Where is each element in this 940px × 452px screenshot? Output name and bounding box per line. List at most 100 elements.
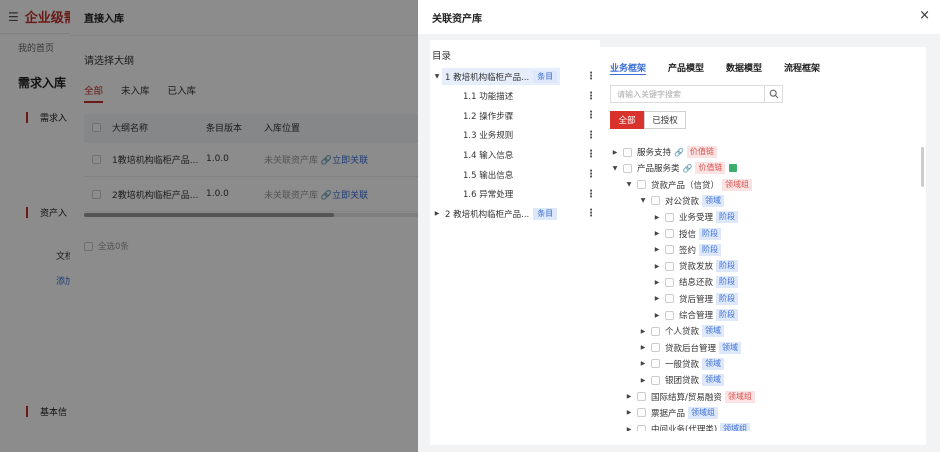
catalog-item[interactable]: 1.5 输出信息 ⋮ — [430, 166, 598, 183]
search-button[interactable] — [764, 86, 782, 102]
close-icon[interactable]: × — [919, 9, 930, 23]
tab-process-framework[interactable]: 流程框架 — [784, 61, 820, 75]
tree-checkbox[interactable] — [665, 294, 674, 304]
more-options-icon[interactable]: ⋮ — [586, 208, 596, 219]
filter-authorized-button[interactable]: 已授权 — [644, 111, 686, 129]
caret-right-icon[interactable]: ▶ — [652, 246, 662, 253]
tree-node[interactable]: ▶ 票据产品 领域组 — [624, 405, 719, 421]
tree-node[interactable]: ▶ 国际结算/贸易融资 领域组 — [624, 389, 755, 405]
tab-business-framework[interactable]: 业务框架 — [610, 61, 647, 75]
tree-checkbox[interactable] — [665, 245, 674, 255]
caret-right-icon[interactable]: ▶ — [638, 344, 648, 351]
caret-right-icon[interactable]: ▶ — [624, 409, 634, 416]
tree-checkbox[interactable] — [637, 180, 646, 190]
tree-checkbox[interactable] — [665, 229, 674, 238]
caret-right-icon[interactable]: ▶ — [652, 279, 662, 286]
catalog-item-label: 1.4 输入信息 — [463, 150, 514, 161]
tree-node-label: 综合管理 — [679, 311, 714, 321]
tree-checkbox[interactable] — [623, 163, 632, 173]
tab-data-model[interactable]: 数据模型 — [726, 61, 762, 75]
caret-right-icon[interactable]: ▶ — [652, 263, 662, 270]
tree-node[interactable]: ▶ 签约 阶段 — [652, 242, 722, 258]
caret-right-icon[interactable]: ▶ — [624, 393, 634, 400]
search-icon — [769, 89, 778, 99]
caret-right-icon[interactable]: ▶ — [638, 328, 648, 335]
caret-right-icon[interactable]: ▶ — [610, 149, 620, 156]
tree-node[interactable]: ▶ 服务支持 🔗 价值链 — [610, 144, 717, 160]
caret-right-icon[interactable]: ▶ — [652, 214, 662, 221]
caret-down-icon[interactable]: ▼ — [624, 181, 634, 188]
catalog-item[interactable]: ▼ 1 教培机构临柜产品... 条目 ⋮ — [430, 68, 598, 85]
more-options-icon[interactable]: ⋮ — [586, 71, 596, 82]
node-type-tag: 阶段 — [716, 292, 739, 305]
tree-node[interactable]: ▶ 一般贷款 领域 — [638, 356, 725, 372]
drawer-title: 关联资产库 — [418, 0, 940, 34]
vertical-scrollbar[interactable] — [921, 147, 924, 187]
tree-node[interactable]: ▶ 业务受理 阶段 — [652, 209, 739, 225]
tree-node[interactable]: ▶ 贷款后台管理 领域 — [638, 340, 742, 356]
catalog-item[interactable]: 1.6 异常处理 ⋮ — [430, 186, 598, 203]
more-options-icon[interactable]: ⋮ — [586, 130, 596, 141]
caret-right-icon[interactable]: ▶ — [432, 210, 442, 217]
catalog-item[interactable]: 1.2 操作步骤 ⋮ — [430, 107, 598, 124]
caret-right-icon[interactable]: ▶ — [624, 426, 634, 431]
more-options-icon[interactable]: ⋮ — [586, 110, 596, 121]
tree-checkbox[interactable] — [651, 343, 660, 353]
tree-node[interactable]: ▼ 对公贷款 领域 — [638, 193, 725, 209]
catalog-item-label: 2 教培机构临柜产品... — [445, 209, 530, 220]
tree-checkbox[interactable] — [637, 392, 646, 401]
tree-node[interactable]: ▶ 贷后管理 阶段 — [652, 291, 739, 307]
tree-node[interactable]: ▼ 贷款产品（信贷） 领域组 — [624, 177, 753, 193]
caret-down-icon[interactable]: ▼ — [432, 73, 442, 80]
caret-down-icon[interactable]: ▼ — [610, 165, 620, 172]
tree-node[interactable]: ▶ 银团贷款 领域 — [638, 372, 725, 388]
node-type-tag: 领域组 — [724, 390, 755, 403]
tree-node[interactable]: ▼ 产品服务类 🔗 价值链 — [610, 160, 738, 176]
link-icon: 🔗 — [682, 163, 693, 173]
tab-product-model[interactable]: 产品模型 — [668, 61, 704, 75]
tree-node-label: 贷后管理 — [679, 294, 714, 305]
more-options-icon[interactable]: ⋮ — [586, 149, 596, 160]
node-type-tag: 领域 — [702, 374, 725, 387]
tree-checkbox[interactable] — [637, 408, 646, 418]
tree-checkbox[interactable] — [651, 196, 660, 206]
tree-checkbox[interactable] — [623, 147, 632, 157]
node-type-tag: 领域 — [702, 194, 725, 207]
tree-checkbox[interactable] — [651, 375, 660, 385]
catalog-item[interactable]: 1.1 功能描述 ⋮ — [430, 88, 598, 105]
tree-checkbox[interactable] — [651, 359, 660, 369]
catalog-item[interactable]: ▶ 2 教培机构临柜产品... 条目 ⋮ — [430, 205, 598, 222]
caret-right-icon[interactable]: ▶ — [638, 377, 648, 384]
link-icon: 🔗 — [674, 147, 684, 157]
tree-checkbox[interactable] — [665, 277, 674, 287]
caret-right-icon[interactable]: ▶ — [638, 360, 648, 367]
filter-all-button[interactable]: 全部 — [610, 111, 644, 129]
tree-node[interactable]: ▶ 贷款发放 阶段 — [652, 258, 739, 274]
catalog-item[interactable]: 1.3 业务规则 ⋮ — [430, 127, 598, 144]
more-options-icon[interactable]: ⋮ — [586, 91, 596, 102]
tree-checkbox[interactable] — [637, 424, 646, 431]
tree-checkbox[interactable] — [665, 212, 674, 222]
search-input[interactable] — [611, 86, 764, 102]
tree-checkbox[interactable] — [665, 310, 674, 320]
tree-node[interactable]: ▶ 授信 阶段 — [652, 226, 722, 242]
caret-down-icon[interactable]: ▼ — [638, 197, 648, 204]
tree-node[interactable]: ▶ 结息还款 阶段 — [652, 274, 739, 290]
overlay-mask[interactable] — [0, 0, 418, 452]
tree-node-label: 产品服务类 — [637, 164, 680, 175]
more-options-icon[interactable]: ⋮ — [586, 189, 596, 200]
more-options-icon[interactable]: ⋮ — [586, 169, 596, 180]
tree-node-label: 结息还款 — [679, 278, 714, 289]
tree-checkbox[interactable] — [665, 261, 674, 271]
node-type-tag: 阶段 — [699, 243, 722, 256]
tree-node[interactable]: ▶ 中间业务(代理类) 领域组 — [624, 421, 751, 431]
caret-right-icon[interactable]: ▶ — [652, 312, 662, 319]
caret-right-icon[interactable]: ▶ — [652, 230, 662, 237]
tree-node[interactable]: ▶ 综合管理 阶段 — [652, 307, 739, 323]
search-box — [610, 85, 783, 103]
tree-node[interactable]: ▶ 个人贷款 领域 — [638, 323, 725, 339]
tree-checkbox[interactable] — [651, 326, 660, 336]
caret-right-icon[interactable]: ▶ — [652, 295, 662, 302]
node-type-tag: 领域组 — [722, 178, 753, 191]
catalog-item[interactable]: 1.4 输入信息 ⋮ — [430, 146, 598, 163]
